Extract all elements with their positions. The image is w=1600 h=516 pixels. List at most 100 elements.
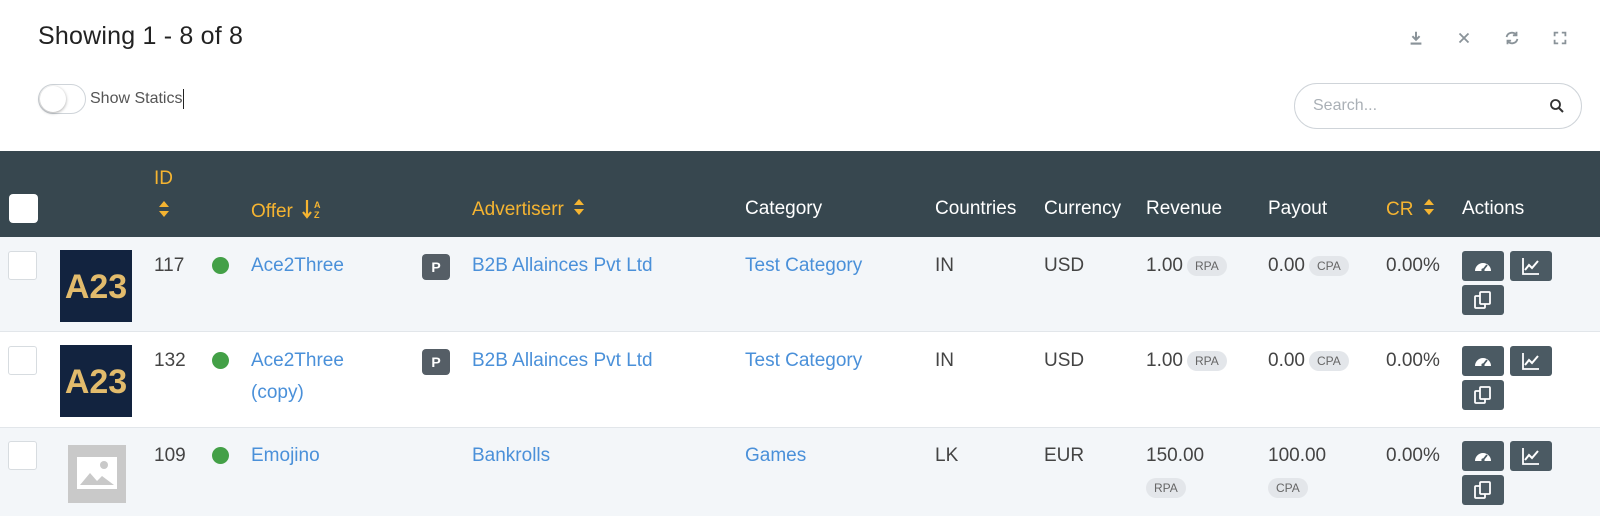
sort-icon — [1423, 198, 1435, 222]
table-row — [0, 237, 1600, 332]
column-header-currency: Currency — [1044, 198, 1122, 219]
column-header-cr[interactable]: CR — [1386, 198, 1435, 222]
copy-icon — [1474, 386, 1491, 404]
private-badge: P — [422, 254, 450, 280]
status-dot — [212, 257, 229, 274]
toggle-knob — [40, 86, 66, 112]
row-checkbox[interactable] — [8, 441, 37, 470]
column-header-advertiser-label: Advertiserr — [472, 199, 564, 221]
status-dot — [212, 447, 229, 464]
cr-value: 0.00% — [1386, 255, 1440, 276]
payout-type-badge: CPA — [1308, 255, 1349, 276]
svg-text:A23: A23 — [65, 268, 127, 306]
countries-value: IN — [935, 350, 954, 371]
show-statics-toggle-group: Show Statics — [38, 84, 185, 114]
offer-id: 117 — [154, 255, 185, 276]
copy-button[interactable] — [1462, 380, 1504, 410]
revenue-value: 1.00 — [1146, 255, 1183, 276]
revenue-value: 1.00 — [1146, 350, 1183, 371]
show-statics-label: Show Statics — [90, 90, 183, 107]
payout-value: 0.00 — [1268, 350, 1305, 371]
close-icon[interactable] — [1452, 26, 1476, 50]
copy-button[interactable] — [1462, 475, 1504, 505]
dashboard-icon — [1475, 453, 1491, 462]
revenue-type-badge: RPA — [1146, 477, 1186, 498]
column-header-countries: Countries — [935, 198, 1017, 219]
dashboard-button[interactable] — [1462, 441, 1504, 471]
payout-type-badge: CPA — [1268, 477, 1308, 498]
fullscreen-icon[interactable] — [1548, 26, 1572, 50]
currency-value: USD — [1044, 255, 1085, 276]
chart-icon — [1522, 353, 1539, 370]
advertiser-link[interactable]: Bankrolls — [472, 445, 550, 467]
column-header-revenue: Revenue — [1146, 198, 1223, 219]
private-badge: P — [422, 349, 450, 375]
revenue-type-badge: RPA — [1186, 255, 1227, 276]
column-header-advertiser[interactable]: Advertiserr — [472, 198, 585, 222]
column-header-category: Category — [745, 198, 823, 219]
chart-icon — [1522, 258, 1539, 275]
column-header-id-label: ID — [154, 168, 173, 189]
status-dot — [212, 352, 229, 369]
svg-text:Z: Z — [314, 210, 320, 220]
offer-name-link[interactable]: Emojino — [251, 445, 320, 467]
download-icon[interactable] — [1404, 26, 1428, 50]
category-link[interactable]: Games — [745, 445, 806, 467]
revenue-type-badge: RPA — [1186, 350, 1227, 371]
revenue-cell: 1.00 RPA — [1146, 255, 1227, 277]
search-input[interactable] — [1313, 97, 1549, 115]
column-header-offer[interactable]: Offer AZ — [251, 198, 324, 226]
sort-icon — [573, 198, 585, 222]
column-header-actions: Actions — [1462, 198, 1525, 219]
table-header — [0, 151, 1600, 237]
stats-chart-button[interactable] — [1510, 346, 1552, 376]
dashboard-button[interactable] — [1462, 346, 1504, 376]
dashboard-icon — [1475, 358, 1491, 367]
revenue-type-cell: RPA — [1146, 477, 1186, 499]
payout-cell: 0.00 CPA — [1268, 350, 1349, 372]
offer-logo-a23: A23 — [60, 250, 132, 322]
cr-value: 0.00% — [1386, 445, 1440, 466]
category-link[interactable]: Test Category — [745, 350, 862, 372]
advertiser-link[interactable]: B2B Allainces Pvt Ltd — [472, 350, 653, 372]
category-link[interactable]: Test Category — [745, 255, 862, 277]
row-checkbox[interactable] — [8, 251, 37, 280]
text-caret — [183, 89, 185, 109]
payout-cell: 0.00 CPA — [1268, 255, 1349, 277]
svg-text:A: A — [314, 200, 321, 210]
sort-alpha-icon: AZ — [302, 198, 324, 226]
revenue-cell: 1.00 RPA — [1146, 350, 1227, 372]
offer-name-link[interactable]: Ace2Three — [251, 350, 344, 372]
advertiser-link[interactable]: B2B Allainces Pvt Ltd — [472, 255, 653, 277]
show-statics-toggle[interactable] — [38, 84, 86, 114]
table-row — [0, 333, 1600, 428]
revenue-value: 150.00 — [1146, 445, 1205, 466]
refresh-icon[interactable] — [1500, 26, 1524, 50]
row-checkbox[interactable] — [8, 346, 37, 375]
offer-logo-a23: A23 — [60, 345, 132, 417]
image-placeholder-icon — [68, 445, 126, 503]
countries-value: IN — [935, 255, 954, 276]
chart-icon — [1522, 448, 1539, 465]
stats-chart-button[interactable] — [1510, 441, 1552, 471]
copy-icon — [1474, 481, 1491, 499]
stats-chart-button[interactable] — [1510, 251, 1552, 281]
page-title: Showing 1 - 8 of 8 — [38, 22, 244, 50]
currency-value: EUR — [1044, 445, 1085, 466]
payout-type-cell: CPA — [1268, 477, 1308, 499]
offer-id: 132 — [154, 350, 186, 371]
svg-text:A23: A23 — [65, 363, 127, 401]
payout-value: 100.00 — [1268, 445, 1327, 466]
column-header-id[interactable]: ID — [154, 168, 173, 190]
sort-icon[interactable] — [158, 200, 170, 223]
copy-button[interactable] — [1462, 285, 1504, 315]
offer-name-link[interactable]: Ace2Three — [251, 255, 344, 277]
table-row — [0, 428, 1600, 516]
payout-type-badge: CPA — [1308, 350, 1349, 371]
column-header-cr-label: CR — [1386, 199, 1414, 221]
column-header-payout: Payout — [1268, 198, 1328, 219]
dashboard-button[interactable] — [1462, 251, 1504, 281]
select-all-checkbox[interactable] — [9, 194, 38, 223]
offer-name-link-line2[interactable]: (copy) — [251, 382, 304, 404]
search-icon[interactable] — [1549, 98, 1565, 114]
